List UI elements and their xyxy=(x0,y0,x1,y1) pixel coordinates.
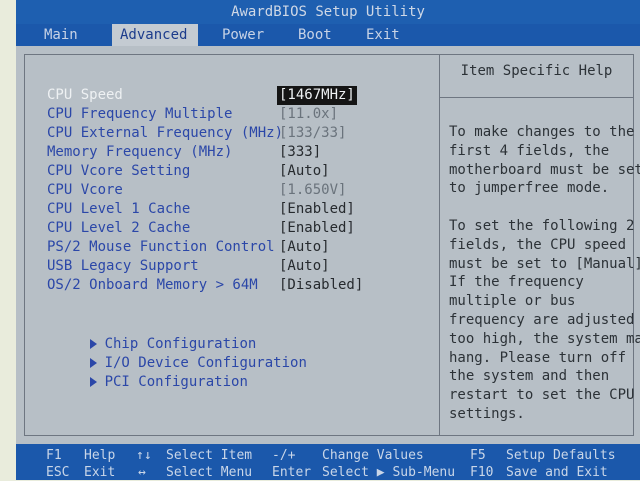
setting-label: CPU Vcore xyxy=(47,182,123,198)
setting-label: CPU Vcore Setting xyxy=(47,163,191,179)
panel-divider xyxy=(439,55,440,435)
setting-label: CPU Level 1 Cache xyxy=(47,201,191,217)
key-arrows-up-down-label: Select Item xyxy=(166,448,253,463)
key-arrows-left-right: ↔ xyxy=(138,465,146,480)
menu-bar: Main Advanced Power Boot Exit xyxy=(16,24,640,46)
submenu-pci-configuration[interactable]: PCI Configuration xyxy=(39,354,248,390)
setting-label: CPU External Frequency (MHz) xyxy=(47,125,284,141)
setting-value[interactable]: [Auto] xyxy=(279,162,330,181)
key-enter: Enter xyxy=(272,465,312,480)
setting-cpu-vcore[interactable]: CPU Vcore [1.650V] xyxy=(47,181,437,200)
setting-label: OS/2 Onboard Memory > 64M xyxy=(47,277,258,293)
key-esc: ESC xyxy=(46,465,70,480)
key-minus-plus: -/+ xyxy=(272,448,296,463)
setting-value[interactable]: [Enabled] xyxy=(279,219,355,238)
setting-value[interactable]: [Enabled] xyxy=(279,200,355,219)
key-f5: F5 xyxy=(470,448,486,463)
setting-label: CPU Speed xyxy=(47,87,123,103)
setting-cpu-vcore-setting[interactable]: CPU Vcore Setting [Auto] xyxy=(47,162,437,181)
tab-exit[interactable]: Exit xyxy=(366,24,416,46)
key-f1-label: Help xyxy=(84,448,116,463)
setting-value[interactable]: [1467MHz] xyxy=(277,86,357,105)
setting-ps2-mouse[interactable]: PS/2 Mouse Function Control [Auto] xyxy=(47,238,437,257)
setting-value[interactable]: [11.0x] xyxy=(279,105,338,124)
arrow-right-icon xyxy=(89,377,97,387)
setting-os2-memory[interactable]: OS/2 Onboard Memory > 64M [Disabled] xyxy=(47,276,437,295)
setting-cpu-l1-cache[interactable]: CPU Level 1 Cache [Enabled] xyxy=(47,200,437,219)
key-enter-label: Select ▶ Sub-Menu xyxy=(322,465,456,480)
setting-label: CPU Frequency Multiple xyxy=(47,106,233,122)
key-f10: F10 xyxy=(470,465,494,480)
settings-panel: Item Specific Help To make changes to th… xyxy=(24,54,640,436)
help-divider xyxy=(440,97,633,98)
setting-value[interactable]: [Disabled] xyxy=(279,276,363,295)
window-title: AwardBIOS Setup Utility xyxy=(16,0,640,24)
setting-label: PS/2 Mouse Function Control xyxy=(47,239,275,255)
setting-cpu-l2-cache[interactable]: CPU Level 2 Cache [Enabled] xyxy=(47,219,437,238)
setting-value[interactable]: [Auto] xyxy=(279,238,330,257)
tab-main[interactable]: Main xyxy=(44,24,100,46)
bios-screen: AwardBIOS Setup Utility Main Advanced Po… xyxy=(16,0,640,480)
setting-cpu-frequency-multiple[interactable]: CPU Frequency Multiple [11.0x] xyxy=(47,105,437,124)
help-text: To make changes to the first 4 fields, t… xyxy=(449,124,640,422)
setting-cpu-speed[interactable]: CPU Speed [1467MHz] xyxy=(47,86,437,105)
setting-label: USB Legacy Support xyxy=(47,258,199,274)
help-title: Item Specific Help xyxy=(460,63,613,79)
tab-advanced[interactable]: Advanced xyxy=(112,24,198,46)
key-arrows-left-right-label: Select Menu xyxy=(166,465,253,480)
setting-cpu-external-frequency[interactable]: CPU External Frequency (MHz) [133/33] xyxy=(47,124,437,143)
submenu-io-device-configuration[interactable]: I/O Device Configuration xyxy=(39,335,307,371)
key-f5-label: Setup Defaults xyxy=(506,448,616,463)
setting-value[interactable]: [1.650V] xyxy=(279,181,346,200)
tab-boot[interactable]: Boot xyxy=(298,24,348,46)
setting-label: CPU Level 2 Cache xyxy=(47,220,191,236)
key-esc-label: Exit xyxy=(84,465,116,480)
setting-value[interactable]: [Auto] xyxy=(279,257,330,276)
setting-memory-frequency[interactable]: Memory Frequency (MHz) [333] xyxy=(47,143,437,162)
key-help-bar: F1 Help ↑↓ Select Item -/+ Change Values… xyxy=(16,444,640,480)
submenu-chip-configuration[interactable]: Chip Configuration xyxy=(39,316,256,352)
key-f1: F1 xyxy=(46,448,62,463)
key-f10-label: Save and Exit xyxy=(506,465,608,480)
setting-value[interactable]: [133/33] xyxy=(279,124,346,143)
tab-power[interactable]: Power xyxy=(222,24,282,46)
submenu-label: PCI Configuration xyxy=(104,374,248,390)
setting-usb-legacy[interactable]: USB Legacy Support [Auto] xyxy=(47,257,437,276)
setting-label: Memory Frequency (MHz) xyxy=(47,144,233,160)
key-arrows-up-down: ↑↓ xyxy=(136,448,152,463)
key-minus-plus-label: Change Values xyxy=(322,448,424,463)
setting-value[interactable]: [333] xyxy=(279,143,321,162)
